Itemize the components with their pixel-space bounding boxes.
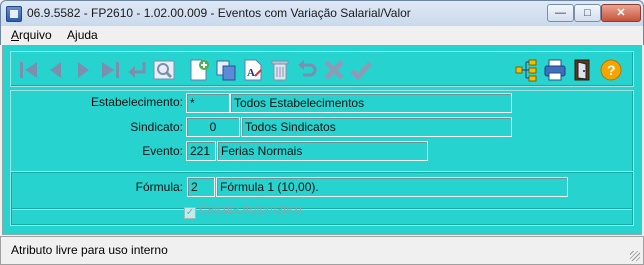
menu-arquivo-label: rquivo <box>19 28 52 42</box>
toolbar: A ? <box>10 51 634 87</box>
menu-bar: Arquivo Ajuda <box>0 26 644 45</box>
sindicato-description: Todos Sindicatos <box>241 117 512 137</box>
edit-icon[interactable]: A <box>241 58 265 82</box>
formula-description: Fórmula 1 (10,00). <box>216 177 568 197</box>
window-title: 06.9.5582 - FP2610 - 1.02.00.009 - Event… <box>27 6 411 20</box>
help-icon[interactable]: ? <box>599 58 623 82</box>
resize-grip-icon[interactable] <box>630 251 640 261</box>
next-icon[interactable] <box>71 58 95 82</box>
undo-icon[interactable] <box>295 58 319 82</box>
app-icon <box>6 6 22 22</box>
minimize-button[interactable]: — <box>547 4 574 22</box>
exit-icon[interactable] <box>571 58 595 82</box>
formula-code-input[interactable]: 2 <box>187 177 215 197</box>
status-text: Atributo livre para uso interno <box>11 243 168 257</box>
menu-ajuda[interactable]: Ajuda <box>67 28 98 42</box>
menu-ajuda-label-end: uda <box>77 28 98 42</box>
close-button[interactable]: ✕ <box>601 4 641 22</box>
calcula-automatico-label: Calcula Automático <box>199 202 302 216</box>
menu-arquivo[interactable]: Arquivo <box>11 28 52 42</box>
main-panel: A ? Estabelecimento: * Todos Estabelecim… <box>2 45 642 235</box>
tree-icon[interactable] <box>514 58 538 82</box>
menu-arquivo-mnemonic: A <box>11 28 20 42</box>
last-icon[interactable] <box>98 58 122 82</box>
copy-icon[interactable] <box>214 58 238 82</box>
return-icon[interactable] <box>125 58 149 82</box>
new-record-icon[interactable] <box>187 58 211 82</box>
formula-label: Fórmula: <box>135 180 183 194</box>
sindicato-label: Sindicato: <box>130 120 183 134</box>
evento-description: Ferias Normais <box>217 141 428 161</box>
evento-code-input[interactable]: 221 <box>186 141 216 161</box>
menu-ajuda-label-start: A <box>67 28 76 42</box>
estabelecimento-description: Todos Estabelecimentos <box>230 93 512 113</box>
evento-label: Evento: <box>142 144 183 158</box>
maximize-button[interactable]: □ <box>574 4 601 22</box>
print-icon[interactable] <box>543 58 567 82</box>
estabelecimento-label: Estabelecimento: <box>90 95 183 109</box>
first-icon[interactable] <box>17 58 41 82</box>
confirm-icon[interactable] <box>349 58 373 82</box>
svg-text:?: ? <box>607 62 616 78</box>
delete-icon[interactable] <box>268 58 292 82</box>
prev-icon[interactable] <box>44 58 68 82</box>
estabelecimento-code-input[interactable]: * <box>186 93 230 113</box>
svg-text:A: A <box>247 67 255 79</box>
checkbox-check-icon: ✓ <box>184 207 196 219</box>
status-bar: Atributo livre para uso interno <box>0 236 644 265</box>
cancel-icon[interactable] <box>322 58 346 82</box>
sindicato-code-input[interactable]: 0 <box>186 117 240 137</box>
title-bar: 06.9.5582 - FP2610 - 1.02.00.009 - Event… <box>0 0 644 26</box>
search-icon[interactable] <box>152 58 176 82</box>
calcula-automatico-checkbox[interactable]: ✓ Calcula Automático <box>184 202 302 219</box>
